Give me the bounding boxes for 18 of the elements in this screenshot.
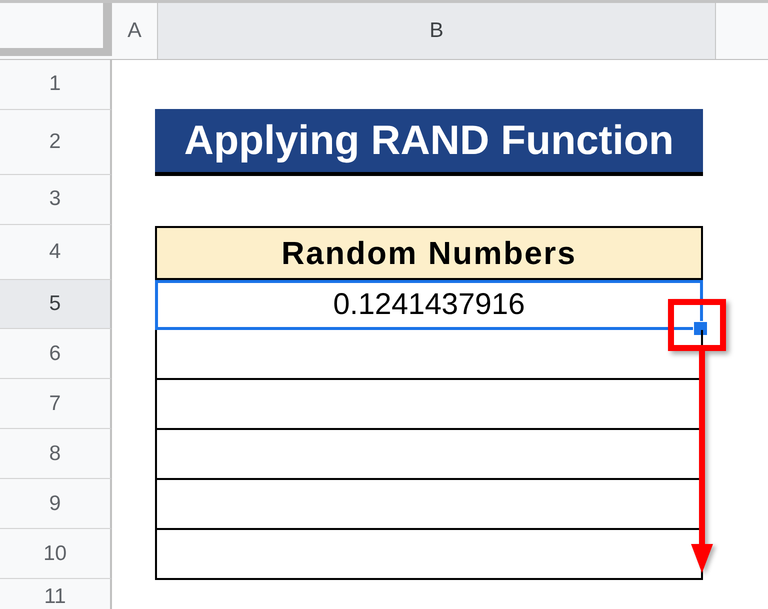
row-header[interactable]: 6 bbox=[0, 329, 112, 380]
row-header[interactable]: 4 bbox=[0, 224, 112, 280]
row-header[interactable]: 2 bbox=[0, 110, 112, 175]
row-header[interactable]: 7 bbox=[0, 379, 112, 430]
table-header: Random Numbers bbox=[155, 226, 703, 280]
table-cell[interactable]: 0.1241437916 bbox=[155, 280, 703, 330]
row-header[interactable]: 11 bbox=[0, 579, 112, 609]
row-header[interactable]: 3 bbox=[0, 174, 112, 225]
table-cell[interactable] bbox=[155, 330, 703, 380]
row-header[interactable]: 9 bbox=[0, 479, 112, 530]
row-header[interactable]: 1 bbox=[0, 60, 112, 110]
fill-handle[interactable] bbox=[693, 321, 708, 336]
row-header[interactable]: 8 bbox=[0, 429, 112, 480]
row-header[interactable]: 5 bbox=[0, 280, 112, 330]
title-banner: Applying RAND Function bbox=[155, 109, 703, 176]
row-header[interactable]: 10 bbox=[0, 529, 112, 580]
highlight-frame bbox=[668, 299, 726, 351]
column-header[interactable]: B bbox=[158, 3, 716, 59]
